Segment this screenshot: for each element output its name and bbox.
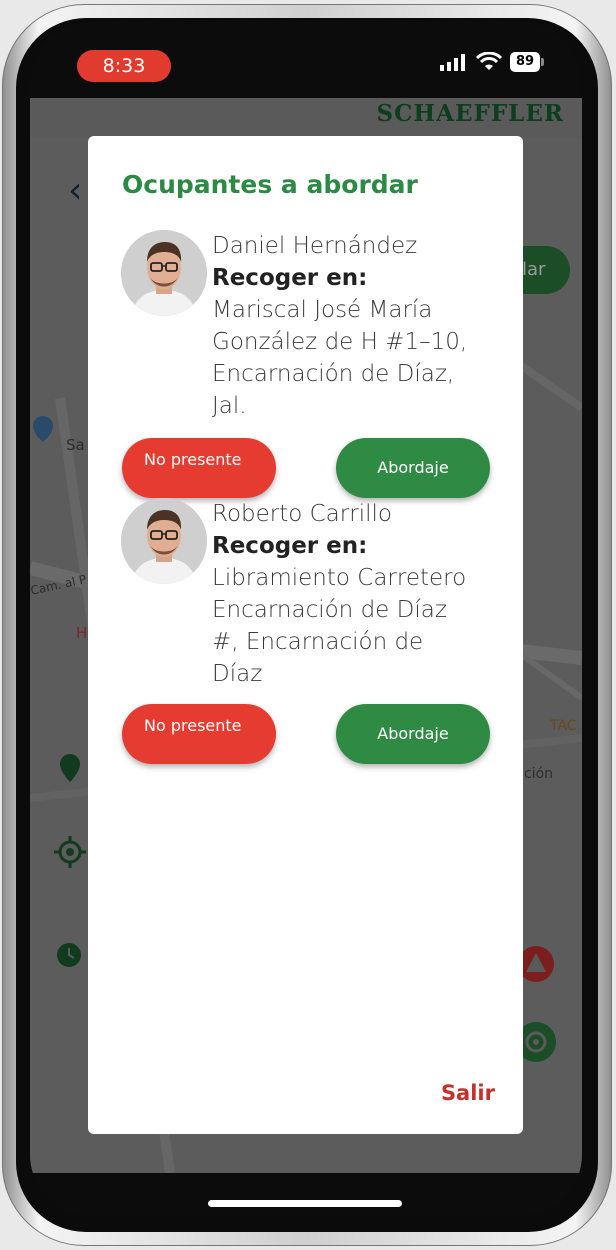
board-button[interactable]: Abordaje	[336, 438, 490, 498]
pickup-address: Mariscal José María González de H #1–10,…	[212, 297, 468, 419]
location-pin-icon[interactable]	[60, 754, 80, 782]
passenger-name: Roberto Carrillo	[212, 501, 392, 527]
crosshair-icon[interactable]	[54, 836, 86, 868]
exit-button[interactable]: Salir	[441, 1081, 495, 1105]
avatar	[121, 230, 207, 316]
warning-button-icon[interactable]	[518, 944, 554, 984]
dialog-title: Ocupantes a abordar	[122, 170, 418, 199]
map-label-sa: Sa	[66, 436, 85, 454]
map-pin-icon	[33, 416, 53, 442]
not-present-button[interactable]: No presente	[122, 438, 276, 498]
person-photo-icon	[121, 498, 207, 584]
pickup-label: Recoger en:	[212, 533, 368, 559]
passenger-info: Daniel Hernández Recoger en: Mariscal Jo…	[212, 230, 472, 438]
map-label-tac: TAC	[550, 718, 577, 734]
board-button[interactable]: Abordaje	[336, 704, 490, 764]
battery-icon: 89	[510, 52, 544, 72]
not-present-button[interactable]: No presente	[122, 704, 276, 764]
brand-logo: SCHAEFFLER	[376, 100, 564, 127]
pickup-label: Recoger en:	[212, 265, 368, 291]
status-icons: 89	[440, 52, 544, 72]
clock-icon[interactable]	[56, 942, 82, 968]
home-indicator[interactable]	[208, 1200, 402, 1207]
avatar	[121, 498, 207, 584]
passenger-info: Roberto Carrillo Recoger en: Libramiento…	[212, 498, 472, 706]
map-label-cion: ción	[524, 766, 554, 782]
back-chevron-icon[interactable]: ‹	[68, 170, 82, 211]
passenger-name: Daniel Hernández	[212, 233, 418, 259]
person-photo-icon	[121, 230, 207, 316]
boarding-dialog: Ocupantes a abordar Daniel Hernández Rec…	[88, 136, 523, 1134]
status-time: 8:33	[77, 50, 171, 82]
signal-icon	[440, 54, 465, 71]
pickup-address: Libramiento Carretero Encarnación de Día…	[212, 565, 467, 687]
map-label-h: H	[76, 624, 88, 642]
wifi-icon	[476, 52, 502, 70]
